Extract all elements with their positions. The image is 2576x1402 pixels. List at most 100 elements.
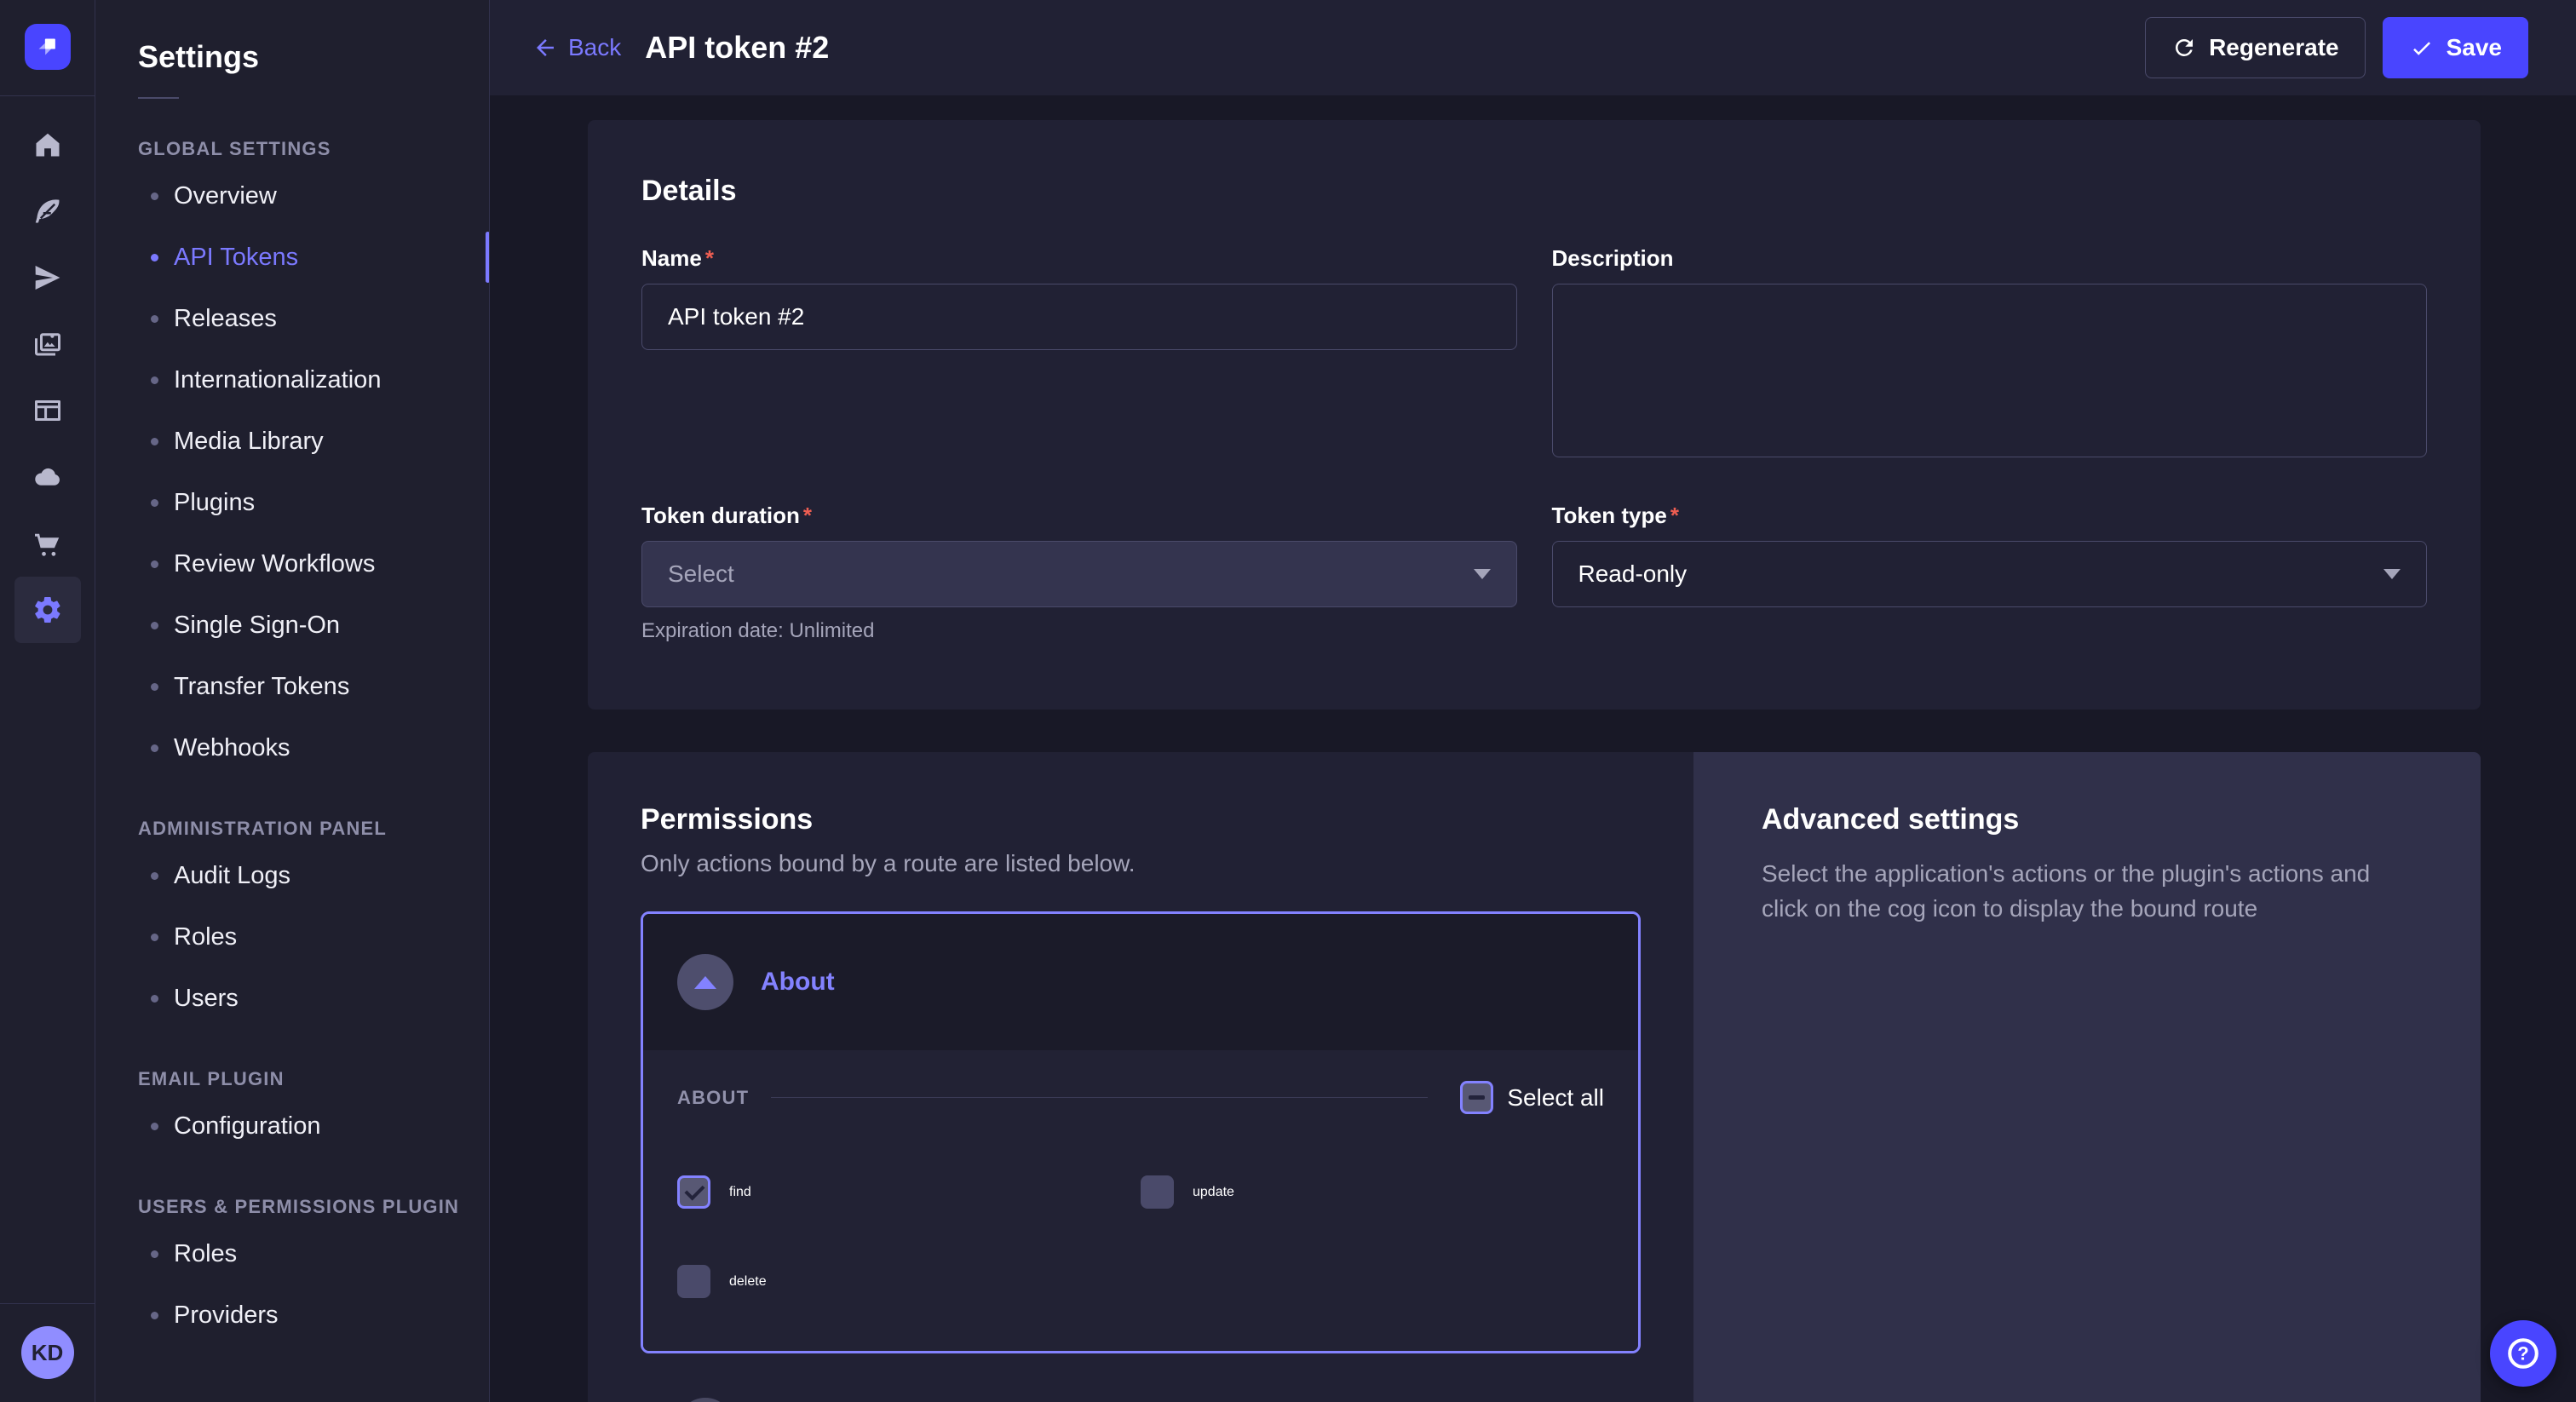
question-circle-icon: ? — [2504, 1335, 2542, 1372]
save-label: Save — [2447, 34, 2502, 61]
sidebar-item-api-tokens[interactable]: API Tokens — [95, 227, 489, 288]
sidebar-item-audit-logs[interactable]: Audit Logs — [95, 845, 489, 906]
accordion-about-body: ABOUT Select all findupdatedelete — [643, 1050, 1638, 1351]
permission-action-update: update — [1141, 1175, 1604, 1209]
permissions-section: Permissions Only actions bound by a rout… — [588, 752, 1693, 1402]
main-nav-item-content-type-builder-feather[interactable] — [14, 178, 81, 244]
content-manager-layout-icon — [32, 395, 63, 426]
delete-checkbox[interactable] — [677, 1265, 710, 1298]
sidebar-item-label: Providers — [174, 1301, 279, 1330]
sidebar-item-webhooks[interactable]: Webhooks — [95, 717, 489, 779]
sidebar-item-providers[interactable]: Providers — [95, 1284, 489, 1346]
main-nav-item-cloud[interactable] — [14, 444, 81, 510]
sidebar-item-single-sign-on[interactable]: Single Sign-On — [95, 595, 489, 656]
content-scroll[interactable]: Details Name* Description Token duration… — [490, 95, 2576, 1402]
sidebar-item-label: Audit Logs — [174, 862, 290, 890]
sidebar-item-label: API Tokens — [174, 244, 298, 272]
chevron-down-icon — [1474, 569, 1491, 579]
bullet-icon — [151, 683, 158, 691]
save-button[interactable]: Save — [2383, 17, 2528, 78]
permission-action-find: find — [677, 1175, 1141, 1209]
token-duration-select[interactable]: Select — [641, 541, 1517, 607]
main-nav-item-content-manager-layout[interactable] — [14, 377, 81, 444]
sidebar-item-transfer-tokens[interactable]: Transfer Tokens — [95, 656, 489, 717]
refresh-icon — [2171, 35, 2197, 60]
sidebar-item-overview[interactable]: Overview — [95, 165, 489, 227]
sidebar-item-roles[interactable]: Roles — [95, 906, 489, 968]
bullet-icon — [151, 934, 158, 941]
permissions-card: Permissions Only actions bound by a rout… — [588, 752, 2481, 1402]
bullet-icon — [151, 254, 158, 261]
sidebar-item-roles[interactable]: Roles — [95, 1223, 489, 1284]
sidebar-item-label: Overview — [174, 182, 277, 210]
sidebar-item-label: Roles — [174, 1240, 237, 1268]
token-type-label: Token type* — [1552, 503, 2428, 529]
sidebar-item-configuration[interactable]: Configuration — [95, 1095, 489, 1157]
description-textarea[interactable] — [1552, 284, 2428, 457]
accordion-about-header[interactable]: About — [643, 914, 1638, 1050]
marketplace-cart-icon — [32, 528, 63, 559]
media-library-icon — [32, 329, 63, 359]
bullet-icon — [151, 192, 158, 200]
sidebar-item-users[interactable]: Users — [95, 968, 489, 1029]
permission-action-label: find — [729, 1185, 751, 1200]
main-nav-item-home[interactable] — [14, 112, 81, 178]
main-nav-item-paper-plane[interactable] — [14, 244, 81, 311]
regenerate-button[interactable]: Regenerate — [2145, 17, 2366, 78]
find-checkbox[interactable] — [677, 1175, 710, 1209]
main-nav-item-media-library[interactable] — [14, 311, 81, 377]
back-label: Back — [568, 34, 621, 61]
subnav-section-list: Audit Logs RolesUsers — [95, 845, 489, 1029]
accordion-about: About ABOUT Select all fin — [641, 911, 1641, 1353]
select-all-row: Select all — [1460, 1081, 1604, 1114]
strapi-admin-app: KD Settings GLOBAL SETTINGSOverviewAPI T… — [0, 0, 2576, 1402]
divider — [0, 95, 95, 96]
svg-text:?: ? — [2517, 1343, 2528, 1365]
token-type-select[interactable]: Read-only — [1552, 541, 2428, 607]
sidebar-item-label: Releases — [174, 305, 277, 333]
expand-button[interactable] — [677, 1398, 733, 1402]
check-icon — [2409, 35, 2435, 60]
expiration-hint: Expiration date: Unlimited — [641, 619, 1517, 643]
subnav-section-label: EMAIL PLUGIN — [138, 1068, 489, 1090]
settings-sub-nav: Settings GLOBAL SETTINGSOverviewAPI Toke… — [95, 0, 490, 1402]
sidebar-item-review-workflows[interactable]: Review Workflows — [95, 533, 489, 595]
main-nav-item-settings-gear[interactable] — [14, 577, 81, 643]
title-divider — [138, 97, 179, 99]
sidebar-item-media-library[interactable]: Media Library — [95, 411, 489, 472]
update-checkbox[interactable] — [1141, 1175, 1174, 1209]
sidebar-item-internationalization[interactable]: Internationalization — [95, 349, 489, 411]
sidebar-item-label: Plugins — [174, 489, 255, 517]
token-duration-placeholder: Select — [668, 560, 734, 588]
subnav-section-list: Roles Providers — [95, 1223, 489, 1346]
bullet-icon — [151, 1250, 158, 1258]
required-asterisk: * — [1670, 503, 1679, 528]
chevron-down-icon — [2383, 569, 2401, 579]
token-duration-label: Token duration* — [641, 503, 1517, 529]
select-all-checkbox[interactable] — [1460, 1081, 1493, 1114]
token-duration-field: Token duration* Select Expiration date: … — [641, 503, 1517, 643]
sidebar-item-plugins[interactable]: Plugins — [95, 472, 489, 533]
bullet-icon — [151, 1312, 158, 1319]
user-avatar[interactable]: KD — [21, 1326, 74, 1379]
bullet-icon — [151, 622, 158, 629]
permission-action-label: delete — [729, 1274, 767, 1290]
details-card: Details Name* Description Token duration… — [588, 120, 2481, 710]
bullet-icon — [151, 872, 158, 880]
name-input[interactable] — [641, 284, 1517, 350]
help-button[interactable]: ? — [2490, 1320, 2556, 1387]
main-nav-item-marketplace-cart[interactable] — [14, 510, 81, 577]
details-heading: Details — [641, 175, 2427, 208]
back-link[interactable]: Back — [532, 34, 621, 61]
home-icon — [32, 129, 63, 160]
sidebar-item-label: Review Workflows — [174, 550, 375, 578]
token-type-value: Read-only — [1578, 560, 1688, 588]
token-type-field: Token type* Read-only — [1552, 503, 2428, 643]
sidebar-item-releases[interactable]: Releases — [95, 288, 489, 349]
accordion-article[interactable]: Article — [641, 1367, 1641, 1402]
strapi-logo[interactable] — [25, 24, 71, 70]
collapse-button[interactable] — [677, 954, 733, 1010]
main-nav-footer: KD — [0, 1303, 95, 1402]
paper-plane-icon — [32, 262, 63, 293]
bullet-icon — [151, 1123, 158, 1130]
